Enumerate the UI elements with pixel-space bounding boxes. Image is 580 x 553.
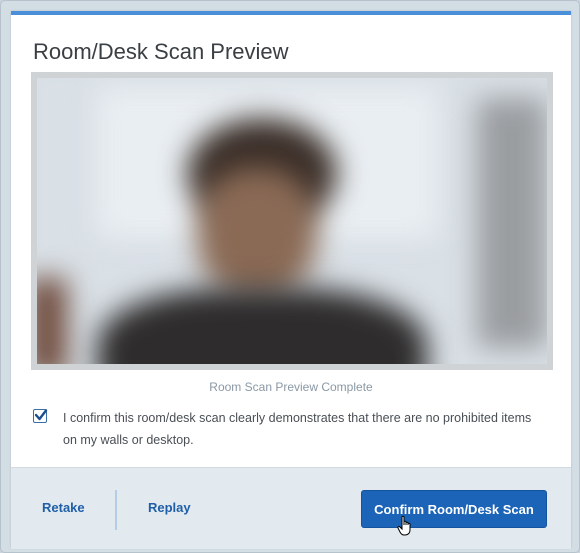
confirm-statement: I confirm this room/desk scan clearly de… [63, 411, 532, 447]
scan-preview-video[interactable] [37, 78, 547, 364]
footer-divider [115, 490, 117, 530]
preview-person-face [197, 168, 317, 298]
scan-preview-dialog: Room/Desk Scan Preview Room Scan Preview… [11, 11, 571, 549]
hand-cursor-icon [397, 515, 411, 536]
preview-right-shelf [477, 98, 547, 348]
scan-status-text: Room Scan Preview Complete [209, 380, 373, 394]
confirm-checkbox[interactable] [33, 409, 48, 423]
preview-person-body [97, 288, 427, 364]
retake-button[interactable]: Retake [42, 500, 85, 515]
replay-button[interactable]: Replay [148, 500, 191, 515]
dialog-footer: Retake Replay Confirm Room/Desk Scan [11, 467, 571, 549]
confirm-scan-button[interactable]: Confirm Room/Desk Scan [361, 490, 547, 528]
preview-container [31, 72, 553, 370]
dialog-title: Room/Desk Scan Preview [33, 39, 289, 64]
preview-left-object [37, 278, 67, 364]
window-frame: Room/Desk Scan Preview Room Scan Preview… [0, 0, 580, 553]
check-icon [34, 409, 48, 421]
